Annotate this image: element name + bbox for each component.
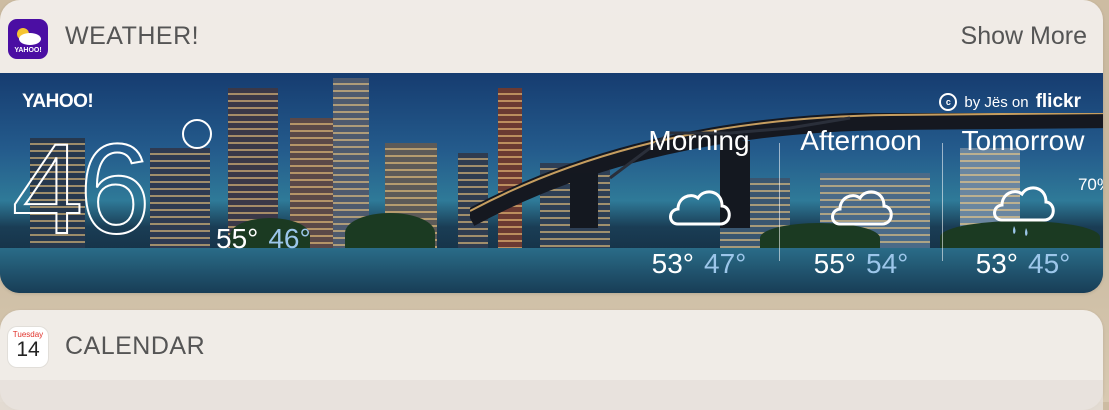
forecast-high: 53° [975,248,1018,279]
degree-symbol-icon [182,119,212,149]
current-temperature: 46 [11,118,151,261]
yahoo-weather-app-icon: YAHOO! [8,19,48,59]
calendar-app-icon: Tuesday 14 [8,327,48,367]
calendar-widget-body [0,380,1103,410]
app-icon-label: YAHOO! [14,47,41,54]
today-low: 46° [268,223,311,254]
photo-credit-text: by Jës on [964,93,1029,111]
weather-widget: YAHOO! WEATHER! Show More YAHOO! c by Jë… [0,0,1103,293]
flickr-logo: flickr [1035,91,1081,112]
today-high: 55° [216,223,259,254]
widget-title: CALENDAR [65,332,206,360]
show-more-button[interactable]: Show More [961,22,1087,51]
forecast-temps: 53° 45° [942,248,1103,280]
creative-commons-icon: c [939,93,958,111]
forecast-high: 55° [813,248,856,279]
photo-credit[interactable]: c by Jës on flickr [939,91,1081,113]
forecast-temps: 53° 47° [618,248,780,280]
forecast-tomorrow: Tomorrow 70% 53° 45° [942,125,1103,279]
forecast-afternoon: Afternoon 55° 54° [780,125,942,279]
yahoo-logo: YAHOO! [22,91,94,112]
forecast-low: 54° [866,248,909,279]
forecast-low: 47° [704,248,747,279]
weather-background-photo[interactable]: YAHOO! c by Jës on flickr 46 55° 46° Morn… [0,73,1103,293]
widget-title: WEATHER! [65,22,200,50]
forecast-temps: 55° 54° [780,248,942,280]
forecast-morning: Morning 53° 47° [618,125,780,279]
weather-widget-header[interactable]: YAHOO! WEATHER! Show More [0,0,1103,73]
forecast-label: Tomorrow [961,125,1085,156]
forecast-label: Afternoon [800,125,922,156]
forecast-divider [779,143,780,261]
precipitation-chance: 70% [1077,175,1103,194]
calendar-icon-day: 14 [16,338,40,361]
cloud-icon [828,182,894,233]
forecast-low: 45° [1028,248,1071,279]
rain-cloud-icon [990,182,1056,247]
today-high-low: 55° 46° [216,223,311,255]
forecast-high: 53° [651,248,694,279]
cloud-icon [666,182,732,233]
forecast-divider [942,143,943,261]
forecast-label: Morning [648,125,750,156]
